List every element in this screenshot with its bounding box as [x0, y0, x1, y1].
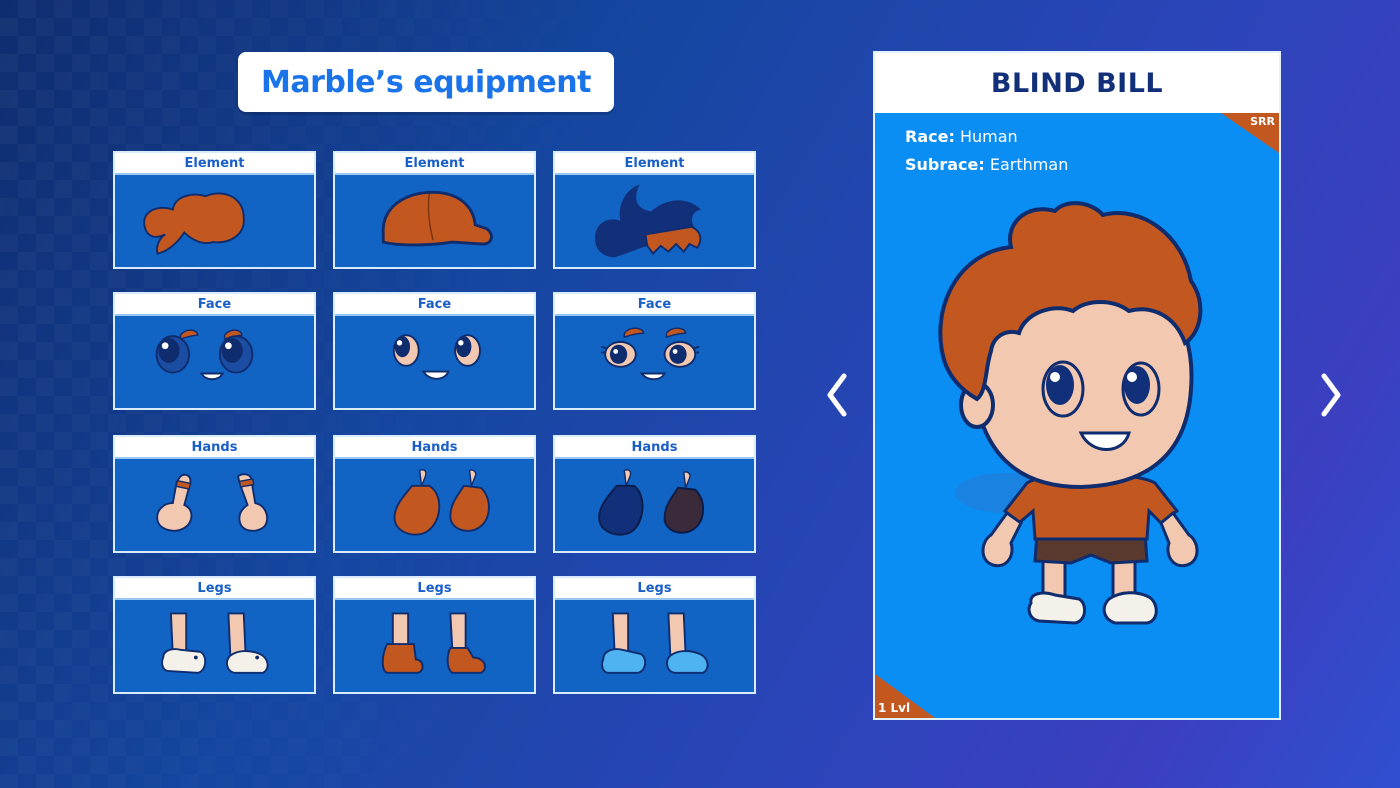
subrace-row: Subrace: Earthman	[905, 155, 1068, 174]
equipment-category: Hands	[555, 437, 754, 459]
equipment-card[interactable]: Face	[553, 292, 756, 410]
level-label: 1 Lvl	[878, 701, 911, 715]
hands-navy-gloves-icon	[598, 469, 705, 536]
equipment-card[interactable]: Element	[333, 151, 536, 269]
cap-orange-icon	[381, 190, 493, 247]
equipment-category: Legs	[335, 578, 534, 600]
equipment-card[interactable]: Face	[113, 292, 316, 410]
equipment-category: Face	[115, 294, 314, 316]
equipment-card[interactable]: Legs	[333, 576, 536, 694]
equipment-category: Element	[335, 153, 534, 175]
equipment-category: Legs	[555, 578, 754, 600]
race-row: Race: Human	[905, 127, 1018, 146]
equipment-card[interactable]: Element	[553, 151, 756, 269]
face-lashes-brows-icon	[601, 327, 700, 381]
hands-bare-icon	[156, 473, 269, 532]
legs-white-slippers-icon	[161, 612, 269, 674]
level-badge: 1 Lvl	[875, 674, 935, 718]
equipment-card[interactable]: Element	[113, 151, 316, 269]
equipment-category: Legs	[115, 578, 314, 600]
page-title: Marble’s equipment	[261, 64, 591, 100]
equipment-card[interactable]: Legs	[113, 576, 316, 694]
race-label: Race:	[905, 127, 955, 146]
hands-orange-gloves-icon	[393, 469, 490, 536]
equipment-category: Face	[335, 294, 534, 316]
legs-orange-boots-icon	[381, 612, 486, 674]
chevron-left-icon[interactable]	[822, 370, 852, 420]
equipment-card[interactable]: Hands	[553, 435, 756, 553]
character-illustration	[938, 201, 1203, 625]
equipment-category: Hands	[335, 437, 534, 459]
equipment-card[interactable]: Hands	[113, 435, 316, 553]
equipment-category: Face	[555, 294, 754, 316]
face-plain-icon	[392, 334, 481, 380]
equipment-category: Element	[555, 153, 754, 175]
rarity-label: SRR	[1250, 115, 1275, 128]
equipment-card[interactable]: Hands	[333, 435, 536, 553]
rarity-badge: SRR	[1221, 113, 1279, 153]
face-eyes-brows-icon	[155, 329, 254, 381]
subrace-label: Subrace:	[905, 155, 985, 174]
chevron-right-icon[interactable]	[1316, 370, 1346, 420]
title-banner: Marble’s equipment	[238, 52, 614, 112]
hat-navy-orange-icon	[594, 184, 702, 258]
hair-orange-tuft-icon	[143, 192, 245, 255]
subrace-value: Earthman	[989, 155, 1069, 174]
character-name: BLIND BILL	[990, 67, 1164, 99]
character-header: BLIND BILL	[875, 53, 1279, 113]
equipment-card[interactable]: Face	[333, 292, 536, 410]
race-value: Human	[959, 127, 1018, 146]
equipment-category: Hands	[115, 437, 314, 459]
equipment-category: Element	[115, 153, 314, 175]
character-card: BLIND BILL SRR Race: Human Subrace: Eart…	[873, 51, 1281, 720]
legs-blue-slippers-icon	[601, 612, 709, 674]
equipment-card[interactable]: Legs	[553, 576, 756, 694]
